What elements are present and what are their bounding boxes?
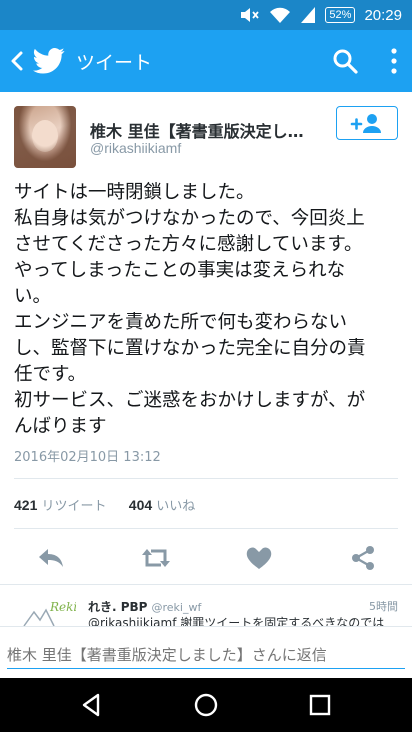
reply-composer	[0, 626, 412, 678]
tweet-timestamp: 2016年02月10日 13:12	[14, 450, 161, 465]
svg-text:Reki: Reki	[49, 600, 76, 614]
tweet-stats: 421 リツイート 404 いいね	[14, 495, 195, 514]
reply-icon[interactable]	[36, 544, 66, 572]
status-icons: 52% 20:29	[240, 0, 402, 30]
tweet-text-line: んばります	[14, 416, 107, 437]
twitter-bird-icon	[33, 48, 65, 74]
tweet-text-line: サイトは一時閉鎖しました。	[14, 182, 255, 203]
wifi-icon	[270, 7, 291, 23]
user-name[interactable]: 椎木 里佳【著書重版決定し…	[90, 118, 326, 142]
back-icon[interactable]	[6, 47, 28, 75]
page-title: ツイート	[76, 52, 153, 74]
avatar[interactable]	[14, 106, 76, 168]
tweet-text-line: やってしまったことの事実は変えられな	[14, 260, 346, 281]
tweet-text-line: 初サービス、ご迷惑をおかけしますが、が	[14, 390, 366, 411]
signal-icon	[301, 7, 316, 23]
reply-avatar[interactable]: Reki	[20, 598, 76, 628]
like-count[interactable]: 404	[129, 497, 152, 513]
reply-author[interactable]: れき. PBP @reki_wf	[88, 598, 201, 615]
tweet-text-line: し、監督下に置けなかった完全に自分の責	[14, 338, 366, 359]
nav-home-icon[interactable]	[192, 691, 220, 719]
user-handle[interactable]: @rikashiikiamf	[90, 140, 181, 156]
follow-button[interactable]	[336, 106, 398, 140]
tweet-text-line: させてくださった方々に感謝しています。	[14, 234, 363, 255]
share-icon[interactable]	[348, 544, 378, 572]
tweet-text-line: 私自身は気がつけなかったので、今回炎上	[14, 208, 365, 229]
retweet-count[interactable]: 421	[14, 497, 37, 513]
reply-author-handle[interactable]: @reki_wf	[151, 601, 201, 614]
tweet-actions	[0, 538, 412, 578]
avatar-hair	[14, 106, 76, 168]
divider	[14, 528, 398, 529]
mute-icon	[241, 8, 260, 22]
tweet-text-line: い。	[14, 286, 52, 307]
like-icon[interactable]	[244, 544, 274, 572]
divider	[14, 478, 398, 479]
battery-icon: 52%	[325, 7, 356, 23]
reply-time: 5時間	[369, 600, 398, 613]
reply-author-name[interactable]: れき. PBP	[88, 600, 147, 614]
search-icon[interactable]	[332, 48, 358, 74]
like-label[interactable]: いいね	[156, 499, 195, 514]
status-bar: 52% 20:29	[0, 0, 412, 30]
navigation-bar	[0, 678, 412, 732]
divider	[0, 584, 412, 585]
tweet-text: サイトは一時閉鎖しました。 私自身は気がつけなかったので、今回炎上 させてくださ…	[14, 180, 402, 440]
more-options-icon[interactable]	[390, 46, 398, 76]
tweet-text-line: 任です。	[14, 364, 87, 385]
retweet-icon[interactable]	[140, 544, 172, 572]
nav-back-icon[interactable]	[78, 691, 106, 719]
retweet-label[interactable]: リツイート	[42, 499, 107, 514]
clock: 20:29	[364, 6, 402, 24]
reki-logo: Reki	[23, 600, 76, 627]
add-user-icon	[350, 114, 381, 133]
reply-input[interactable]	[7, 641, 405, 669]
tweet-text-line: エンジニアを責めた所で何も変わらない	[14, 312, 348, 333]
app-bar: ツイート	[0, 30, 412, 92]
nav-recents-icon[interactable]	[306, 691, 334, 719]
